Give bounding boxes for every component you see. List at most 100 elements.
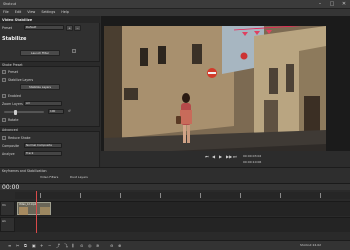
setting-preset-row: Preset bbox=[2, 69, 98, 75]
split-icon[interactable]: ⫼ bbox=[72, 243, 74, 248]
track-a1[interactable] bbox=[15, 217, 350, 232]
rotate-checkbox[interactable] bbox=[2, 117, 6, 122]
enabled-row: Enabled bbox=[2, 93, 98, 99]
ruler-tick bbox=[280, 193, 281, 198]
keyframes-item-filters[interactable]: Video Filters bbox=[40, 175, 58, 179]
status-text: Shotcut 24.02 bbox=[300, 243, 322, 247]
composite-select[interactable]: Normal Composite bbox=[24, 143, 62, 148]
composite-row: Composite Normal Composite bbox=[2, 143, 98, 149]
timeline-clip[interactable]: Video_12.mp4 bbox=[17, 202, 51, 215]
copy-icon[interactable]: ⧉ bbox=[24, 243, 27, 248]
preset-row: Preset Default + − bbox=[2, 24, 98, 31]
ruler-tick bbox=[320, 193, 321, 198]
track-label-v1: V1 bbox=[2, 203, 6, 207]
section-advanced-label: Advanced bbox=[2, 128, 18, 132]
maximize-icon[interactable]: □ bbox=[329, 1, 335, 7]
save-preset-button[interactable]: + bbox=[66, 24, 73, 31]
menu-help[interactable]: Help bbox=[61, 9, 69, 16]
track-v1[interactable] bbox=[15, 201, 350, 216]
paste-icon[interactable]: ▣ bbox=[32, 243, 36, 248]
skip-end-icon[interactable]: ⏭ bbox=[233, 154, 237, 159]
track-label-a1: A1 bbox=[2, 219, 6, 223]
video-preview[interactable] bbox=[101, 16, 350, 167]
snap-icon[interactable]: ⊙ bbox=[80, 243, 83, 248]
enabled-checkbox[interactable] bbox=[2, 93, 6, 98]
menu-bar: File Edit View Settings Help bbox=[0, 9, 350, 16]
keyframes-item-layers[interactable]: Dust Layers bbox=[70, 175, 88, 179]
lift-icon[interactable]: ⤴ bbox=[56, 243, 60, 249]
ruler-tick bbox=[80, 193, 81, 198]
launch-filter-button[interactable]: Launch Filter bbox=[20, 50, 60, 56]
title-bar: Shotcut – □ ✕ bbox=[0, 0, 350, 9]
scrub-icon[interactable]: ◎ bbox=[88, 243, 92, 248]
zoom-out-icon[interactable]: ⊖ bbox=[110, 243, 113, 248]
rewind-icon[interactable]: ◀ bbox=[212, 154, 215, 159]
analyze-select[interactable]: Track bbox=[24, 151, 62, 156]
skip-start-icon[interactable]: ⏮ bbox=[205, 154, 209, 159]
zoom-layers-row: Zoom Layers All bbox=[2, 101, 98, 107]
keyframes-panel: Keyframes and Stabilization Video Filter… bbox=[0, 167, 350, 183]
ruler-tick bbox=[40, 193, 41, 198]
enabled-label: Enabled bbox=[8, 94, 21, 98]
menu-file[interactable]: File bbox=[3, 9, 9, 16]
analyze-label: Analyze bbox=[2, 152, 15, 156]
fast-forward-icon[interactable]: ▶▶ bbox=[226, 154, 232, 159]
minimize-icon[interactable]: – bbox=[317, 1, 323, 7]
playhead[interactable] bbox=[36, 191, 37, 233]
filter-panel-title: Video Stabilize bbox=[2, 17, 33, 22]
zoom-in-icon[interactable]: ⊕ bbox=[118, 243, 121, 248]
section-shake-label: Shake Preset bbox=[2, 63, 23, 67]
ripple-icon[interactable]: ≋ bbox=[96, 243, 99, 248]
clip-label: Video_12.mp4 bbox=[19, 203, 37, 206]
ruler-tick bbox=[240, 193, 241, 198]
zoom-layers-select[interactable]: All bbox=[24, 101, 62, 106]
timeline-ruler[interactable] bbox=[15, 192, 350, 199]
player-controls: ⏮ ◀ ▶ ▶▶ ⏭ 00:00:03:02 00:00:10:06 bbox=[101, 151, 350, 167]
reduce-shake-checkbox[interactable] bbox=[2, 135, 6, 140]
menu-settings[interactable]: Settings bbox=[41, 9, 55, 16]
timeline-timecode: 00:00 bbox=[2, 184, 20, 191]
menu-view[interactable]: View bbox=[27, 9, 35, 16]
add-icon[interactable]: + bbox=[40, 243, 43, 248]
stabilize-layers-checkbox[interactable] bbox=[2, 77, 6, 82]
analyze-row: Analyze Track bbox=[2, 151, 98, 157]
remove-icon[interactable]: − bbox=[48, 243, 51, 248]
track-header-v1[interactable]: V1 bbox=[0, 201, 15, 216]
slider-row: 100 ↺ bbox=[2, 109, 98, 115]
preset-select[interactable]: Default bbox=[24, 25, 64, 30]
section-advanced[interactable]: Advanced bbox=[0, 126, 100, 132]
filter-panel: Video Stabilize Preset Default + − Stabi… bbox=[0, 16, 100, 167]
overwrite-icon[interactable]: ⤵ bbox=[64, 243, 68, 249]
section-shake[interactable]: Shake Preset bbox=[0, 61, 100, 67]
setting-preset-label: Preset bbox=[8, 70, 18, 74]
amount-value-field[interactable]: 100 bbox=[48, 109, 64, 114]
cut-icon[interactable]: ✂ bbox=[16, 243, 19, 248]
amount-slider-handle[interactable] bbox=[14, 109, 17, 115]
ruler-tick bbox=[120, 193, 121, 198]
ruler-tick bbox=[200, 193, 201, 198]
composite-label: Composite bbox=[2, 144, 20, 148]
duration: 00:00:10:06 bbox=[243, 160, 262, 164]
menu-edit[interactable]: Edit bbox=[15, 9, 22, 16]
stabilize-layers-row: Stabilize Layers bbox=[2, 77, 98, 83]
keyframes-title: Keyframes and Stabilization bbox=[2, 169, 47, 173]
window-controls: – □ ✕ bbox=[317, 1, 347, 7]
stabilize-layers-button[interactable]: Stabilize Layers bbox=[20, 84, 60, 90]
close-icon[interactable]: ✕ bbox=[341, 1, 347, 7]
plugin-header: Stabilize bbox=[2, 34, 98, 46]
clip-thumbnail bbox=[19, 207, 28, 215]
zoom-layers-label: Zoom Layers bbox=[2, 102, 23, 106]
video-frame bbox=[104, 26, 326, 167]
menu-icon[interactable]: ≡ bbox=[8, 243, 11, 248]
track-header-a1[interactable]: A1 bbox=[0, 217, 15, 232]
play-icon[interactable]: ▶ bbox=[219, 154, 222, 159]
amount-slider-track[interactable] bbox=[4, 111, 44, 113]
bottom-toolbar: ≡ ✂ ⧉ ▣ + − ⤴ ⤵ ⫼ ⊙ ◎ ≋ ⊖ ⊕ Shotcut 24.0… bbox=[0, 240, 350, 250]
ruler-tick bbox=[160, 193, 161, 198]
reset-icon[interactable]: ↺ bbox=[68, 109, 71, 113]
delete-preset-button[interactable]: − bbox=[74, 24, 81, 31]
cursor-icon bbox=[72, 49, 76, 53]
preset-label: Preset bbox=[2, 26, 12, 30]
preset-checkbox[interactable] bbox=[2, 69, 6, 74]
stabilize-layers-label: Stabilize Layers bbox=[8, 78, 34, 82]
